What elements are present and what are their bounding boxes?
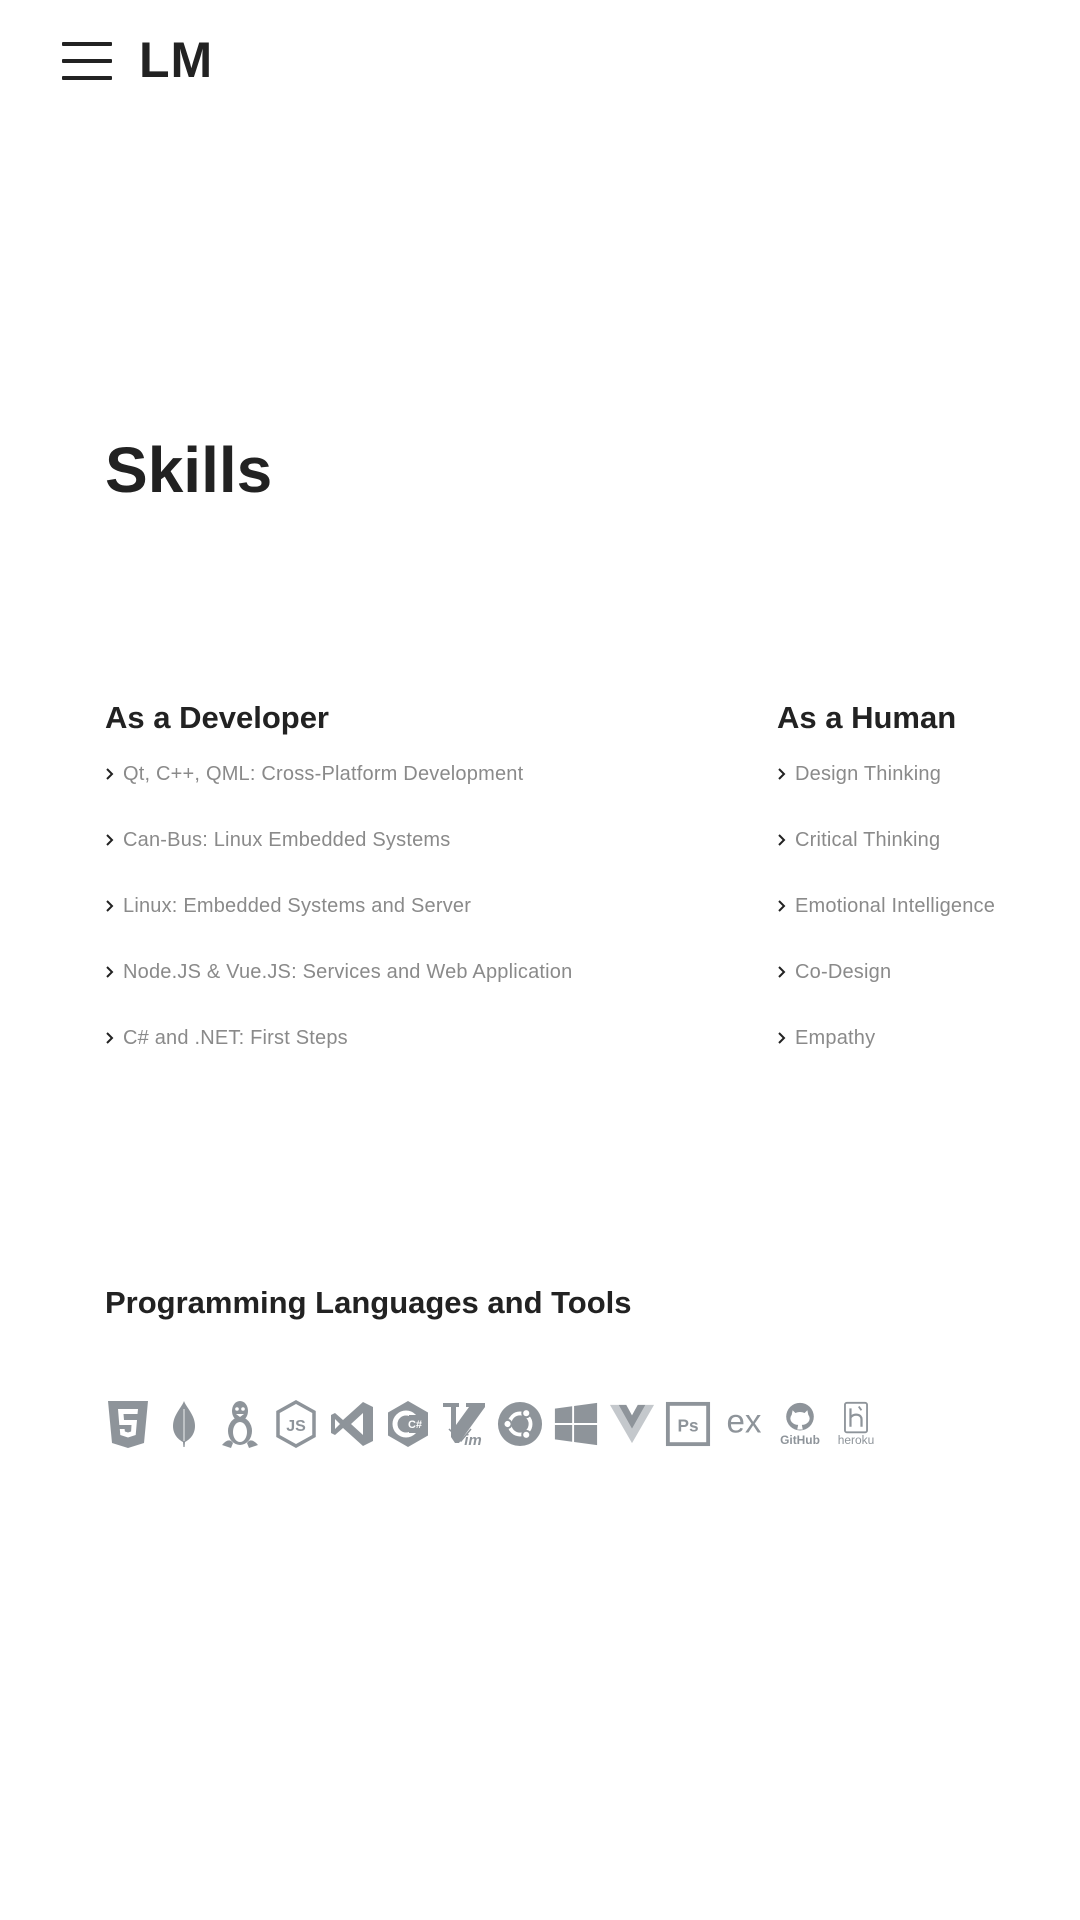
list-item: Empathy xyxy=(777,1025,1077,1091)
heroku-label: heroku xyxy=(838,1433,875,1447)
express-icon: ex xyxy=(721,1396,767,1452)
human-skills-section: As a Human Design Thinking Critical Thin… xyxy=(777,695,1077,1091)
tools-icon-row: JS C# im Ps ex GitHub heroku xyxy=(105,1396,879,1452)
skill-label: Critical Thinking xyxy=(795,829,941,851)
skill-label: Design Thinking xyxy=(795,763,942,785)
developer-skills-list: Qt, C++, QML: Cross-Platform Development… xyxy=(105,761,725,1091)
ubuntu-icon xyxy=(497,1396,543,1452)
express-label: ex xyxy=(727,1403,762,1440)
chevron-right-icon xyxy=(106,1032,114,1044)
chevron-right-icon xyxy=(778,768,786,780)
page-title: Skills xyxy=(105,434,273,506)
vim-icon: im xyxy=(441,1396,487,1452)
menu-bar xyxy=(62,42,112,46)
photoshop-icon: Ps xyxy=(665,1396,711,1452)
chevron-right-icon xyxy=(106,966,114,978)
linux-icon xyxy=(217,1396,263,1452)
developer-heading: As a Developer xyxy=(105,700,329,735)
human-skills-list: Design Thinking Critical Thinking Emotio… xyxy=(777,761,1077,1091)
tools-heading: Programming Languages and Tools xyxy=(105,1285,632,1320)
skill-label: Node.JS & Vue.JS: Services and Web Appli… xyxy=(123,961,573,983)
skill-label: C# and .NET: First Steps xyxy=(123,1027,348,1049)
list-item: Node.JS & Vue.JS: Services and Web Appli… xyxy=(105,959,725,1025)
skill-label: Linux: Embedded Systems and Server xyxy=(123,895,472,917)
chevron-right-icon xyxy=(778,900,786,912)
list-item: Emotional Intelligence xyxy=(777,893,1077,959)
nodejs-label: JS xyxy=(286,1418,306,1435)
windows-icon xyxy=(553,1396,599,1452)
human-heading: As a Human xyxy=(777,700,957,735)
csharp-icon: C# xyxy=(385,1396,431,1452)
list-item: C# and .NET: First Steps xyxy=(105,1025,725,1091)
developer-skills-section: As a Developer Qt, C++, QML: Cross-Platf… xyxy=(105,695,725,1091)
skill-label: Co-Design xyxy=(795,961,892,983)
mongodb-icon xyxy=(161,1396,207,1452)
photoshop-label: Ps xyxy=(677,1416,698,1436)
list-item: Design Thinking xyxy=(777,761,1077,827)
list-item: Qt, C++, QML: Cross-Platform Development xyxy=(105,761,725,827)
hamburger-menu-icon[interactable] xyxy=(62,42,112,80)
chevron-right-icon xyxy=(106,768,114,780)
list-item: Can-Bus: Linux Embedded Systems xyxy=(105,827,725,893)
chevron-right-icon xyxy=(106,834,114,846)
logo[interactable]: LM xyxy=(139,30,213,90)
chevron-right-icon xyxy=(778,966,786,978)
skill-label: Emotional Intelligence xyxy=(795,895,996,917)
chevron-right-icon xyxy=(778,1032,786,1044)
chevron-right-icon xyxy=(778,834,786,846)
vuejs-icon xyxy=(609,1396,655,1452)
list-item: Co-Design xyxy=(777,959,1077,1025)
heroku-icon: heroku xyxy=(833,1396,879,1452)
menu-bar xyxy=(62,76,112,80)
skill-label: Qt, C++, QML: Cross-Platform Development xyxy=(123,763,524,785)
list-item: Critical Thinking xyxy=(777,827,1077,893)
visual-studio-icon xyxy=(329,1396,375,1452)
html5-icon xyxy=(105,1396,151,1452)
list-item: Linux: Embedded Systems and Server xyxy=(105,893,725,959)
csharp-label: C# xyxy=(408,1419,422,1431)
skill-label: Can-Bus: Linux Embedded Systems xyxy=(123,829,451,851)
vim-label: im xyxy=(464,1432,482,1449)
github-label: GitHub xyxy=(780,1433,820,1447)
skill-label: Empathy xyxy=(795,1027,876,1049)
chevron-right-icon xyxy=(106,900,114,912)
nodejs-icon: JS xyxy=(273,1396,319,1452)
page: LM Skills As a Developer Qt, C++, QML: C… xyxy=(0,0,1080,1920)
github-icon: GitHub xyxy=(777,1396,823,1452)
menu-bar xyxy=(62,59,112,63)
